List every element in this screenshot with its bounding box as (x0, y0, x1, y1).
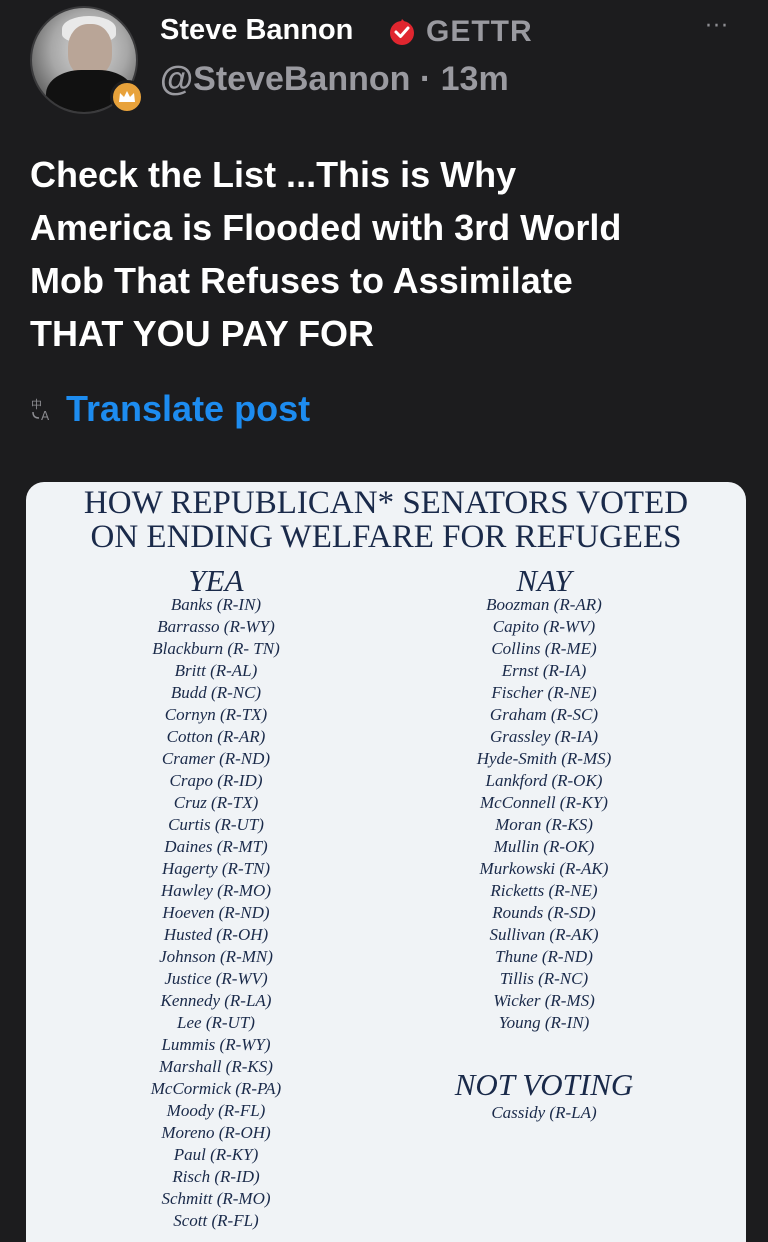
post-text: Check the List ...This is Why America is… (30, 148, 750, 360)
gettr-logo-icon (390, 19, 414, 45)
attached-image[interactable]: HOW REPUBLICAN* SENATORS VOTED ON ENDING… (26, 482, 746, 1242)
senator-entry: Budd (R-NC) (170, 683, 262, 702)
platform-label: GETTR (426, 15, 533, 48)
image-title-line: ON ENDING WELFARE FOR REFUGEES (90, 519, 682, 555)
senator-entry: Ricketts (R-NE) (490, 881, 598, 900)
senator-entry: Johnson (R-MN) (159, 947, 273, 966)
senator-entry: McCormick (R-PA) (150, 1079, 282, 1098)
senator-entry: Crapo (R-ID) (169, 771, 263, 790)
nay-list: Boozman (R-AR) Capito (R-WV) Collins (R-ME… (374, 594, 714, 1034)
translate-post-button[interactable]: 中 A Translate post (30, 388, 310, 430)
post-line: Mob That Refuses to Assimilate (30, 260, 573, 301)
senator-entry: Tillis (R-NC) (499, 969, 589, 988)
image-title-line: HOW REPUBLICAN* SENATORS VOTED (83, 485, 689, 521)
senator-entry: Lee (R-UT) (177, 1013, 255, 1032)
senator-entry: Mullin (R-OK) (493, 837, 595, 856)
senator-entry: Banks (R-IN) (170, 595, 262, 614)
senator-entry: Hawley (R-MO) (161, 881, 271, 900)
senator-entry: Barrasso (R-WY) (157, 617, 275, 636)
nay-column: NAY Boozman (R-AR) Capito (R-WV) Collins (… (374, 563, 714, 1034)
senator-entry: Moran (R-KS) (495, 815, 593, 834)
yea-heading: YEA (188, 563, 244, 598)
translate-icon: 中 A (31, 398, 50, 422)
senator-entry: Graham (R-SC) (489, 705, 599, 724)
senator-entry: Britt (R-AL) (174, 661, 258, 680)
senator-entry: Justice (R-WV) (164, 969, 268, 988)
senator-entry: Curtis (R-UT) (168, 815, 264, 834)
senator-entry: Moreno (R-OH) (161, 1123, 271, 1142)
yea-list: Banks (R-IN) Barrasso (R-WY) Blackburn (R-… (46, 594, 386, 1232)
author-handle-time[interactable]: @SteveBannon · 13m (160, 60, 509, 99)
senator-entry: Sullivan (R-AK) (489, 925, 599, 944)
nay-heading: NAY (516, 563, 572, 598)
post-line: THAT YOU PAY FOR (30, 313, 375, 354)
post-line: Check the List ...This is Why (30, 154, 517, 195)
senator-entry: Moody (R-FL) (166, 1101, 266, 1120)
not-voting-list: Cassidy (R-LA) (374, 1102, 714, 1124)
senator-entry: Wicker (R-MS) (493, 991, 595, 1010)
senator-entry: Thune (R-ND) (495, 947, 593, 966)
senator-entry: Hagerty (R-TN) (161, 859, 271, 878)
senator-entry: Lummis (R-WY) (161, 1035, 271, 1054)
senator-entry: Rounds (R-SD) (492, 903, 596, 922)
senator-entry: Hyde-Smith (R-MS) (476, 749, 612, 768)
crown-badge-icon (110, 80, 144, 114)
senator-entry: Murkowski (R-AK) (479, 859, 609, 878)
senator-entry: Ernst (R-IA) (501, 661, 587, 680)
senator-entry: Husted (R-OH) (163, 925, 269, 944)
senator-entry: Young (R-IN) (498, 1013, 590, 1032)
senator-entry: Daines (R-MT) (164, 837, 268, 856)
more-options-icon[interactable]: ··· (705, 14, 729, 39)
senator-entry: Cramer (R-ND) (161, 749, 271, 768)
image-title: HOW REPUBLICAN* SENATORS VOTED ON ENDING… (26, 486, 746, 554)
senator-entry: Cornyn (R-TX) (164, 705, 268, 724)
senator-entry: Schmitt (R-MO) (161, 1189, 271, 1208)
senator-entry: Marshall (R-KS) (159, 1057, 273, 1076)
senator-entry: McConnell (R-KY) (480, 793, 608, 812)
yea-column: YEA Banks (R-IN) Barrasso (R-WY) Blackburn… (46, 563, 386, 1232)
senator-entry: Hoeven (R-ND) (162, 903, 270, 922)
senator-entry: Boozman (R-AR) (486, 595, 602, 614)
svg-text:A: A (41, 409, 50, 422)
senator-entry: Risch (R-ID) (172, 1167, 260, 1186)
senator-entry: Paul (R-KY) (173, 1145, 259, 1164)
senator-entry: Collins (R-ME) (491, 639, 597, 658)
senator-entry: Fischer (R-NE) (491, 683, 597, 702)
senator-entry: Grassley (R-IA) (489, 727, 599, 746)
senator-entry: Blackburn (R- TN) (152, 639, 280, 658)
translate-label[interactable]: Translate post (66, 388, 310, 430)
post-line: America is Flooded with 3rd World (30, 207, 622, 248)
senator-entry: Capito (R-WV) (492, 617, 596, 636)
senator-entry: Lankford (R-OK) (485, 771, 603, 790)
senator-entry: Cruz (R-TX) (173, 793, 259, 812)
avatar-face (68, 24, 112, 76)
not-voting-heading: NOT VOTING (454, 1067, 634, 1102)
senator-entry: Cassidy (R-LA) (491, 1103, 597, 1122)
senator-entry: Scott (R-FL) (173, 1211, 259, 1230)
senator-entry: Cotton (R-AR) (166, 727, 266, 746)
senator-entry: Kennedy (R-LA) (160, 991, 272, 1010)
author-name[interactable]: Steve Bannon (160, 14, 353, 47)
